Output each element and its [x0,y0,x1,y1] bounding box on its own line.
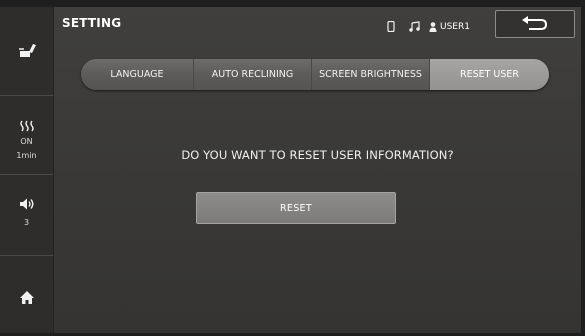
home-button[interactable] [0,285,53,313]
status-indicators: USER1 [387,17,470,36]
heater-state: ON [20,137,33,146]
music-note-icon [409,17,420,36]
page-title: SETTING [62,16,122,30]
volume-level: 3 [23,218,30,227]
tab-label: LANGUAGE [110,69,164,80]
seat-icon [17,41,37,63]
tab-language[interactable]: LANGUAGE [81,59,194,90]
heater-icon [19,117,35,136]
top-frame [0,0,585,7]
main-panel: SETTING USER1 LANGUAGE AUTO RECLINING SC… [54,7,581,333]
heater-duration: 1min [16,151,37,160]
reset-button[interactable]: RESET [196,192,396,224]
tab-label: SCREEN BRIGHTNESS [319,69,422,80]
back-arrow-icon [521,15,549,34]
home-icon [19,290,35,309]
reset-label: RESET [280,202,312,214]
seat-button[interactable] [0,35,53,69]
user-icon [429,17,437,36]
sidebar: ON 1min 3 [0,7,54,333]
sidebar-divider [0,255,53,256]
volume-icon [19,196,35,215]
sidebar-divider [0,174,53,175]
volume-button[interactable]: 3 [0,192,53,232]
tab-reset-user[interactable]: RESET USER [430,59,549,90]
phone-icon [387,17,395,36]
tab-label: AUTO RECLINING [211,69,294,80]
tab-screen-brightness[interactable]: SCREEN BRIGHTNESS [312,59,430,90]
heater-button[interactable]: ON 1min [0,113,53,165]
back-button[interactable] [495,10,575,38]
user-label: USER1 [440,21,470,32]
right-frame [581,0,585,336]
tab-label: RESET USER [459,69,520,80]
tab-auto-reclining[interactable]: AUTO RECLINING [194,59,312,90]
sidebar-divider [0,95,53,96]
settings-tabs: LANGUAGE AUTO RECLINING SCREEN BRIGHTNES… [81,59,549,90]
reset-question: DO YOU WANT TO RESET USER INFORMATION? [181,148,454,162]
